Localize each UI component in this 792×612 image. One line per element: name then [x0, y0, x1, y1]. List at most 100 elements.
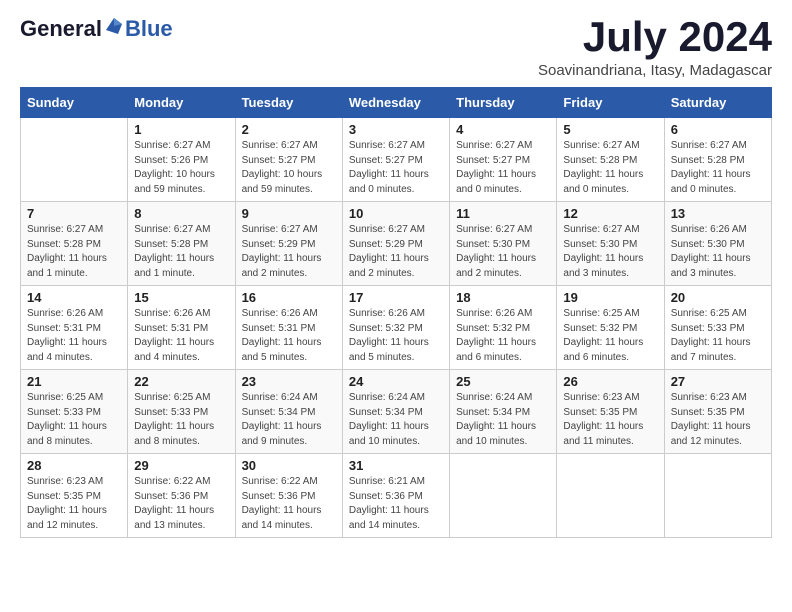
day-info: Sunrise: 6:27 AMSunset: 5:28 PMDaylight:…	[671, 139, 765, 197]
calendar-cell: 16 Sunrise: 6:26 AMSunset: 5:31 PMDayligh…	[235, 286, 342, 370]
day-number: 28	[27, 458, 121, 473]
day-info: Sunrise: 6:27 AMSunset: 5:27 PMDaylight:…	[349, 139, 443, 197]
day-number: 27	[671, 374, 765, 389]
day-number: 5	[563, 122, 657, 137]
calendar-cell: 6 Sunrise: 6:27 AMSunset: 5:28 PMDaylight…	[664, 118, 771, 202]
calendar-cell: 11 Sunrise: 6:27 AMSunset: 5:30 PMDayligh…	[450, 202, 557, 286]
calendar-cell	[21, 118, 128, 202]
day-number: 6	[671, 122, 765, 137]
day-number: 3	[349, 122, 443, 137]
page-header: General Blue July 2024 Soavinandriana, I…	[20, 16, 772, 79]
calendar-cell: 25 Sunrise: 6:24 AMSunset: 5:34 PMDayligh…	[450, 370, 557, 454]
calendar-cell: 8 Sunrise: 6:27 AMSunset: 5:28 PMDaylight…	[128, 202, 235, 286]
calendar-week-row: 7 Sunrise: 6:27 AMSunset: 5:28 PMDaylight…	[21, 202, 772, 286]
day-info: Sunrise: 6:27 AMSunset: 5:30 PMDaylight:…	[456, 223, 550, 281]
day-number: 7	[27, 206, 121, 221]
calendar-cell: 31 Sunrise: 6:21 AMSunset: 5:36 PMDayligh…	[342, 454, 449, 538]
calendar-week-row: 21 Sunrise: 6:25 AMSunset: 5:33 PMDayligh…	[21, 370, 772, 454]
day-number: 31	[349, 458, 443, 473]
day-number: 9	[242, 206, 336, 221]
weekday-header-monday: Monday	[128, 88, 235, 118]
day-info: Sunrise: 6:26 AMSunset: 5:32 PMDaylight:…	[349, 307, 443, 365]
calendar-cell: 4 Sunrise: 6:27 AMSunset: 5:27 PMDaylight…	[450, 118, 557, 202]
weekday-header-wednesday: Wednesday	[342, 88, 449, 118]
calendar-cell: 22 Sunrise: 6:25 AMSunset: 5:33 PMDayligh…	[128, 370, 235, 454]
day-number: 10	[349, 206, 443, 221]
day-info: Sunrise: 6:22 AMSunset: 5:36 PMDaylight:…	[134, 475, 228, 533]
day-number: 16	[242, 290, 336, 305]
day-info: Sunrise: 6:27 AMSunset: 5:29 PMDaylight:…	[242, 223, 336, 281]
month-title: July 2024	[538, 16, 772, 58]
day-info: Sunrise: 6:24 AMSunset: 5:34 PMDaylight:…	[456, 391, 550, 449]
day-info: Sunrise: 6:27 AMSunset: 5:30 PMDaylight:…	[563, 223, 657, 281]
day-info: Sunrise: 6:26 AMSunset: 5:31 PMDaylight:…	[27, 307, 121, 365]
day-info: Sunrise: 6:26 AMSunset: 5:31 PMDaylight:…	[134, 307, 228, 365]
day-number: 4	[456, 122, 550, 137]
day-number: 20	[671, 290, 765, 305]
day-info: Sunrise: 6:24 AMSunset: 5:34 PMDaylight:…	[349, 391, 443, 449]
calendar-cell	[557, 454, 664, 538]
day-number: 22	[134, 374, 228, 389]
day-number: 13	[671, 206, 765, 221]
calendar-cell: 20 Sunrise: 6:25 AMSunset: 5:33 PMDayligh…	[664, 286, 771, 370]
day-info: Sunrise: 6:26 AMSunset: 5:31 PMDaylight:…	[242, 307, 336, 365]
calendar-cell: 9 Sunrise: 6:27 AMSunset: 5:29 PMDaylight…	[235, 202, 342, 286]
calendar-cell: 15 Sunrise: 6:26 AMSunset: 5:31 PMDayligh…	[128, 286, 235, 370]
day-info: Sunrise: 6:25 AMSunset: 5:33 PMDaylight:…	[671, 307, 765, 365]
day-number: 25	[456, 374, 550, 389]
day-number: 23	[242, 374, 336, 389]
calendar-cell: 18Sunrise: 6:26 AMSunset: 5:32 PMDayligh…	[450, 286, 557, 370]
day-info: Sunrise: 6:21 AMSunset: 5:36 PMDaylight:…	[349, 475, 443, 533]
calendar-cell	[450, 454, 557, 538]
day-info: Sunrise: 6:25 AMSunset: 5:32 PMDaylight:…	[563, 307, 657, 365]
logo-general: General	[20, 16, 102, 42]
weekday-header-saturday: Saturday	[664, 88, 771, 118]
calendar-cell: 12 Sunrise: 6:27 AMSunset: 5:30 PMDayligh…	[557, 202, 664, 286]
day-number: 2	[242, 122, 336, 137]
day-info: Sunrise: 6:27 AMSunset: 5:27 PMDaylight:…	[242, 139, 336, 197]
calendar-cell: 23Sunrise: 6:24 AMSunset: 5:34 PMDayligh…	[235, 370, 342, 454]
calendar-cell: 2 Sunrise: 6:27 AMSunset: 5:27 PMDaylight…	[235, 118, 342, 202]
day-number: 14	[27, 290, 121, 305]
day-number: 12	[563, 206, 657, 221]
logo-blue: Blue	[125, 16, 173, 42]
title-area: July 2024 Soavinandriana, Itasy, Madagas…	[538, 16, 772, 79]
calendar-cell: 5Sunrise: 6:27 AMSunset: 5:28 PMDaylight…	[557, 118, 664, 202]
day-info: Sunrise: 6:26 AMSunset: 5:30 PMDaylight:…	[671, 223, 765, 281]
day-number: 11	[456, 206, 550, 221]
day-info: Sunrise: 6:22 AMSunset: 5:36 PMDaylight:…	[242, 475, 336, 533]
calendar-cell: 10 Sunrise: 6:27 AMSunset: 5:29 PMDayligh…	[342, 202, 449, 286]
day-number: 15	[134, 290, 228, 305]
calendar-cell	[664, 454, 771, 538]
logo-bird-icon	[104, 16, 124, 42]
calendar-cell: 17 Sunrise: 6:26 AMSunset: 5:32 PMDayligh…	[342, 286, 449, 370]
weekday-header-sunday: Sunday	[21, 88, 128, 118]
calendar-cell: 21Sunrise: 6:25 AMSunset: 5:33 PMDayligh…	[21, 370, 128, 454]
logo: General Blue	[20, 16, 173, 42]
calendar-cell: 24 Sunrise: 6:24 AMSunset: 5:34 PMDayligh…	[342, 370, 449, 454]
day-number: 29	[134, 458, 228, 473]
day-number: 30	[242, 458, 336, 473]
calendar-cell: 28Sunrise: 6:23 AMSunset: 5:35 PMDayligh…	[21, 454, 128, 538]
day-info: Sunrise: 6:25 AMSunset: 5:33 PMDaylight:…	[134, 391, 228, 449]
day-info: Sunrise: 6:27 AMSunset: 5:27 PMDaylight:…	[456, 139, 550, 197]
calendar-cell: 1Sunrise: 6:27 AMSunset: 5:26 PMDaylight…	[128, 118, 235, 202]
day-number: 21	[27, 374, 121, 389]
calendar-cell: 26 Sunrise: 6:23 AMSunset: 5:35 PMDayligh…	[557, 370, 664, 454]
day-info: Sunrise: 6:23 AMSunset: 5:35 PMDaylight:…	[563, 391, 657, 449]
calendar-cell: 3 Sunrise: 6:27 AMSunset: 5:27 PMDaylight…	[342, 118, 449, 202]
day-info: Sunrise: 6:27 AMSunset: 5:28 PMDaylight:…	[134, 223, 228, 281]
day-info: Sunrise: 6:27 AMSunset: 5:26 PMDaylight:…	[134, 139, 228, 197]
day-info: Sunrise: 6:27 AMSunset: 5:29 PMDaylight:…	[349, 223, 443, 281]
calendar-cell: 27 Sunrise: 6:23 AMSunset: 5:35 PMDayligh…	[664, 370, 771, 454]
calendar-cell: 29 Sunrise: 6:22 AMSunset: 5:36 PMDayligh…	[128, 454, 235, 538]
day-number: 26	[563, 374, 657, 389]
day-info: Sunrise: 6:26 AMSunset: 5:32 PMDaylight:…	[456, 307, 550, 365]
weekday-header-tuesday: Tuesday	[235, 88, 342, 118]
day-number: 19	[563, 290, 657, 305]
day-number: 8	[134, 206, 228, 221]
day-number: 24	[349, 374, 443, 389]
day-number: 17	[349, 290, 443, 305]
day-info: Sunrise: 6:23 AMSunset: 5:35 PMDaylight:…	[671, 391, 765, 449]
calendar-cell: 7Sunrise: 6:27 AMSunset: 5:28 PMDaylight…	[21, 202, 128, 286]
